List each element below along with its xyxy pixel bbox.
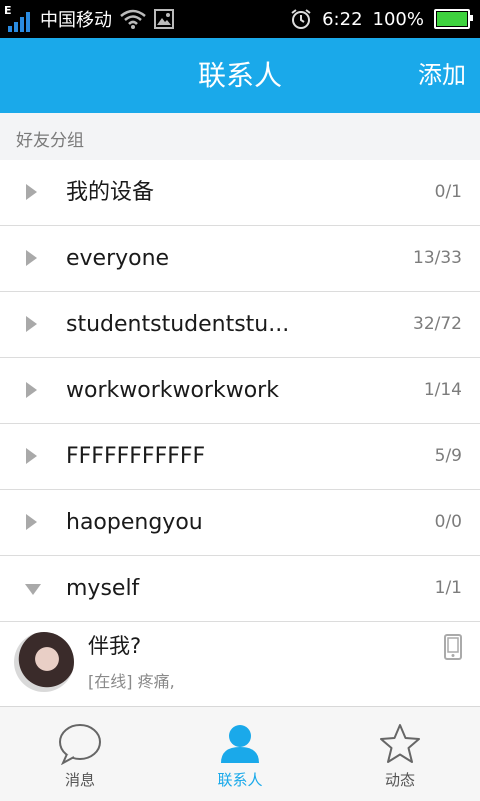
bottom-tab-bar: 消息 联系人 动态: [0, 706, 480, 801]
avatar[interactable]: [14, 632, 74, 692]
group-name: FFFFFFFFFFF: [66, 444, 206, 469]
group-count: 1/1: [434, 578, 462, 598]
group-count: 5/9: [434, 446, 462, 466]
carrier-name: 中国移动: [40, 10, 112, 31]
add-button[interactable]: 添加: [418, 38, 466, 113]
contacts-icon: [217, 723, 263, 769]
group-row[interactable]: 我的设备 0/1: [0, 160, 480, 226]
status-left: E 中国移动: [4, 0, 174, 38]
group-row[interactable]: everyone 13/33: [0, 226, 480, 292]
expand-arrow-icon: [26, 448, 37, 464]
group-row-expanded[interactable]: myself 1/1: [0, 556, 480, 622]
phone-icon: [444, 634, 462, 664]
group-name: workworkworkwork: [66, 378, 279, 403]
group-name: everyone: [66, 246, 170, 271]
tab-label: 动态: [384, 771, 415, 789]
expand-arrow-icon: [26, 382, 37, 398]
status-right: 6:22 100%: [290, 0, 473, 38]
tab-feed[interactable]: 动态: [320, 707, 480, 801]
star-icon: [377, 723, 423, 769]
group-row[interactable]: studentstudentstu... 32/72: [0, 292, 480, 358]
group-row[interactable]: FFFFFFFFFFF 5/9: [0, 424, 480, 490]
group-name: haopengyou: [66, 510, 203, 535]
expand-arrow-icon: [26, 250, 37, 266]
group-name: myself: [66, 576, 140, 601]
group-count: 1/14: [423, 380, 462, 400]
status-bar: E 中国移动 6:22 100%: [0, 0, 480, 38]
group-name: studentstudentstu...: [66, 312, 290, 337]
section-label-friend-groups: 好友分组: [0, 113, 480, 160]
group-count: 0/1: [434, 182, 462, 202]
page-title: 联系人: [197, 59, 282, 92]
group-row[interactable]: workworkworkwork 1/14: [0, 358, 480, 424]
contact-status: [在线] 疼痛,: [88, 672, 175, 691]
alarm-icon: [290, 8, 312, 30]
battery-icon: [434, 9, 473, 29]
message-icon: [57, 723, 103, 769]
expand-arrow-icon: [26, 514, 37, 530]
contact-name: 伴我?: [88, 634, 142, 658]
collapse-arrow-icon: [25, 584, 41, 595]
gallery-icon: [154, 9, 174, 29]
tab-label: 消息: [64, 771, 95, 789]
signal-icon: E: [4, 4, 32, 32]
contact-row[interactable]: 伴我? [在线] 疼痛,: [0, 622, 480, 707]
group-name: 我的设备: [66, 180, 155, 205]
expand-arrow-icon: [26, 184, 37, 200]
group-count: 32/72: [413, 314, 462, 334]
header-bar: 联系人 添加: [0, 38, 480, 113]
expand-arrow-icon: [26, 316, 37, 332]
group-list: 我的设备 0/1 everyone 13/33 studentstudentst…: [0, 160, 480, 622]
group-count: 13/33: [413, 248, 462, 268]
clock-time: 6:22: [322, 8, 363, 30]
tab-contacts[interactable]: 联系人: [160, 707, 320, 801]
tab-label: 联系人: [217, 771, 263, 789]
group-row[interactable]: haopengyou 0/0: [0, 490, 480, 556]
wifi-icon: [120, 9, 146, 29]
battery-fill: [437, 12, 467, 26]
battery-percent: 100%: [372, 8, 424, 30]
tab-messages[interactable]: 消息: [0, 707, 160, 801]
group-count: 0/0: [434, 512, 462, 532]
